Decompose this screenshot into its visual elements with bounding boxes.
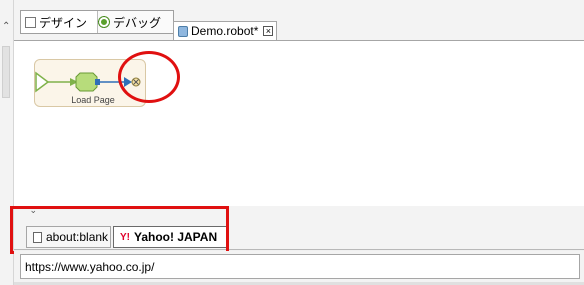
scroll-up-icon[interactable]: ⌃	[2, 22, 10, 44]
design-mode-button[interactable]: デザイン	[21, 11, 98, 33]
start-triangle-icon	[35, 71, 50, 93]
design-mode-label: デザイン	[39, 15, 88, 30]
editor-tab-demo-robot[interactable]: Demo.robot* ×	[173, 21, 277, 40]
debug-mode-button[interactable]: デバッグ	[94, 11, 177, 33]
editor-tab-title: Demo.robot*	[191, 24, 259, 38]
mode-toggle-group: デザイン デバッグ	[20, 10, 174, 34]
node-output-port	[95, 79, 100, 85]
load-page-node[interactable]	[75, 72, 98, 92]
close-tab-icon[interactable]: ×	[263, 26, 274, 36]
load-page-node-label: Load Page	[71, 95, 115, 105]
debug-gear-icon	[98, 16, 110, 28]
url-input[interactable]	[20, 254, 580, 279]
left-scrollbar-thumb[interactable]	[2, 46, 10, 98]
top-toolbar: デザイン デバッグ Demo.robot* ×	[14, 0, 584, 40]
url-bar-row	[14, 251, 584, 285]
robot-flow-canvas[interactable]: Load Page	[14, 40, 584, 206]
robot-icon	[178, 25, 188, 37]
debug-mode-label: デバッグ	[113, 15, 162, 30]
design-icon	[25, 16, 36, 28]
red-highlight-circle	[118, 51, 180, 103]
red-highlight-rectangle	[10, 206, 229, 254]
